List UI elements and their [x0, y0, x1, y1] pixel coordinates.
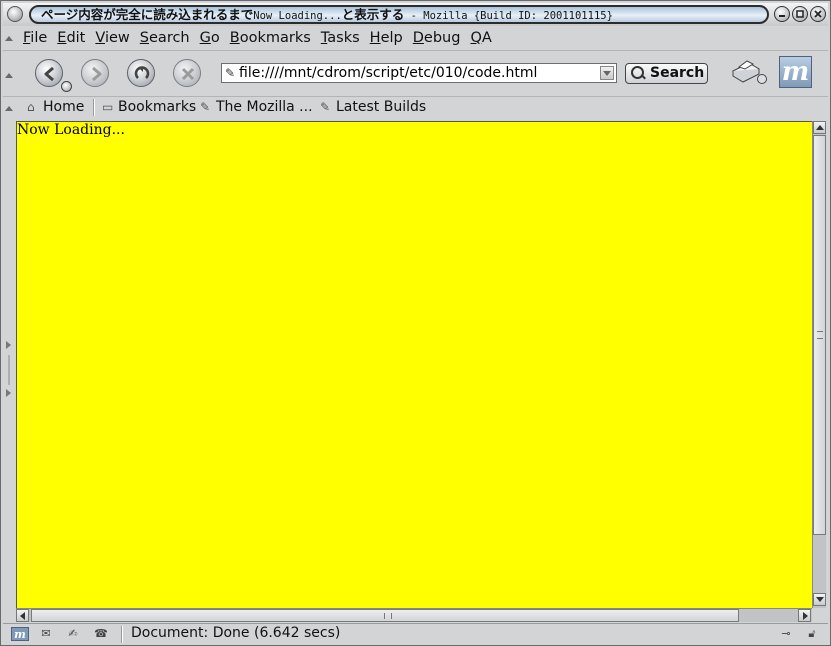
back-arrow-icon [44, 66, 54, 82]
address-book-icon[interactable]: ☎ [92, 627, 110, 641]
url-history-dropdown-icon[interactable] [600, 66, 614, 80]
scroll-up-arrow-icon[interactable] [813, 121, 826, 134]
horizontal-scrollbar[interactable] [16, 608, 812, 622]
bookmarks-label: Bookmarks [118, 99, 197, 115]
reload-button[interactable] [127, 59, 155, 87]
minimize-icon[interactable] [774, 6, 790, 22]
window-title-jp: ページ内容が完全に読み込まれるまで [41, 7, 254, 22]
page-content[interactable]: Now Loading... [16, 121, 812, 608]
status-text: Document: Done (6.642 secs) [131, 625, 341, 641]
horizontal-scroll-thumb[interactable] [31, 609, 739, 622]
reload-icon [134, 66, 150, 79]
menu-view[interactable]: View [95, 30, 129, 46]
navigation-toolbar: ✎ file:////mnt/cdrom/script/etc/010/code… [3, 51, 828, 97]
persbar-grip-icon[interactable] [5, 106, 14, 111]
toolbar-separator [93, 99, 95, 116]
bookmark-icon: ✎ [200, 100, 211, 114]
mail-icon[interactable]: ✉ [37, 627, 55, 641]
status-bar: m ✉ ✍ ☎ Document: Done (6.642 secs) ⊸ 🔓︎ [3, 623, 828, 645]
print-button[interactable] [729, 57, 769, 87]
menu-file[interactable]: File [23, 30, 47, 46]
scroll-down-arrow-icon[interactable] [813, 593, 826, 606]
bookmark-latest-label: Latest Builds [336, 99, 427, 115]
mozilla-throbber-icon[interactable]: m [779, 56, 812, 88]
bookmark-icon: ✎ [320, 100, 331, 114]
window-title-mid: Now Loading... [253, 10, 342, 22]
bookmark-latest-builds[interactable]: ✎ Latest Builds [320, 99, 426, 115]
loading-text: Now Loading... [17, 122, 125, 138]
navigator-icon[interactable]: m [11, 627, 29, 641]
status-separator [121, 626, 123, 643]
close-window-icon[interactable] [810, 6, 826, 22]
online-status-icon[interactable]: ⊸ [773, 627, 799, 641]
menu-qa[interactable]: QA [470, 30, 491, 46]
menubar-grip-icon[interactable] [5, 36, 14, 41]
magnifier-icon [631, 66, 644, 79]
stop-button[interactable] [173, 59, 201, 87]
security-lock-icon[interactable]: 🔓︎ [803, 627, 821, 641]
vertical-scroll-thumb[interactable] [813, 135, 826, 535]
forward-button[interactable] [81, 59, 109, 87]
forward-arrow-icon [92, 66, 102, 82]
printer-icon [731, 60, 767, 84]
folder-icon: ▭ [102, 100, 114, 114]
maximize-icon[interactable] [792, 6, 808, 22]
menu-go[interactable]: Go [200, 30, 220, 46]
window-menu-icon[interactable] [7, 6, 23, 22]
search-button-label: Search [650, 65, 705, 81]
bookmark-mozilla[interactable]: ✎ The Mozilla ... [200, 99, 313, 115]
url-bar[interactable]: ✎ file:////mnt/cdrom/script/etc/010/code… [221, 63, 617, 83]
home-icon: ⌂ [27, 100, 35, 114]
home-label: Home [43, 99, 85, 115]
title-pill: ページ内容が完全に読み込まれるまでNow Loading...と表示する - M… [29, 5, 769, 24]
url-text[interactable]: file:////mnt/cdrom/script/etc/010/code.h… [239, 65, 537, 81]
navbar-grip-icon[interactable] [5, 73, 14, 78]
menu-bookmarks[interactable]: Bookmarks [230, 30, 311, 46]
back-history-dropdown[interactable] [61, 81, 72, 92]
personal-toolbar: ⌂ Home ▭ Bookmarks ✎ The Mozilla ... ✎ Lates… [3, 97, 828, 119]
browser-window: ページ内容が完全に読み込まれるまでNow Loading...と表示する - M… [0, 0, 831, 646]
search-button[interactable]: Search [625, 63, 708, 84]
window-title-tail: - Mozilla {Build ID: 2001101115} [404, 10, 613, 22]
window-title: ページ内容が完全に読み込まれるまでNow Loading...と表示する - M… [41, 7, 613, 22]
vertical-scrollbar[interactable] [812, 121, 826, 608]
bookmarks-button[interactable]: ▭ Bookmarks [102, 99, 196, 115]
menu-edit[interactable]: Edit [57, 30, 85, 46]
sidebar-grip-icon[interactable] [6, 341, 12, 401]
title-bar[interactable]: ページ内容が完全に読み込まれるまでNow Loading...と表示する - M… [3, 3, 828, 26]
scroll-right-arrow-icon[interactable] [798, 609, 811, 622]
composer-icon[interactable]: ✍ [64, 627, 82, 641]
menu-help[interactable]: Help [370, 30, 403, 46]
stop-icon [181, 67, 195, 81]
home-button[interactable]: ⌂ Home [27, 99, 84, 115]
scroll-left-arrow-icon[interactable] [16, 609, 29, 622]
window-title-jp2: と表示する [341, 7, 405, 22]
menu-tasks[interactable]: Tasks [321, 30, 360, 46]
back-button[interactable] [35, 59, 72, 92]
bookmark-mozilla-label: The Mozilla ... [216, 99, 313, 115]
menu-debug[interactable]: Debug [413, 30, 461, 46]
page-proxy-icon[interactable]: ✎ [225, 66, 235, 80]
menu-bar: File Edit View Search Go Bookmarks Tasks… [3, 28, 828, 51]
menu-search[interactable]: Search [140, 30, 190, 46]
